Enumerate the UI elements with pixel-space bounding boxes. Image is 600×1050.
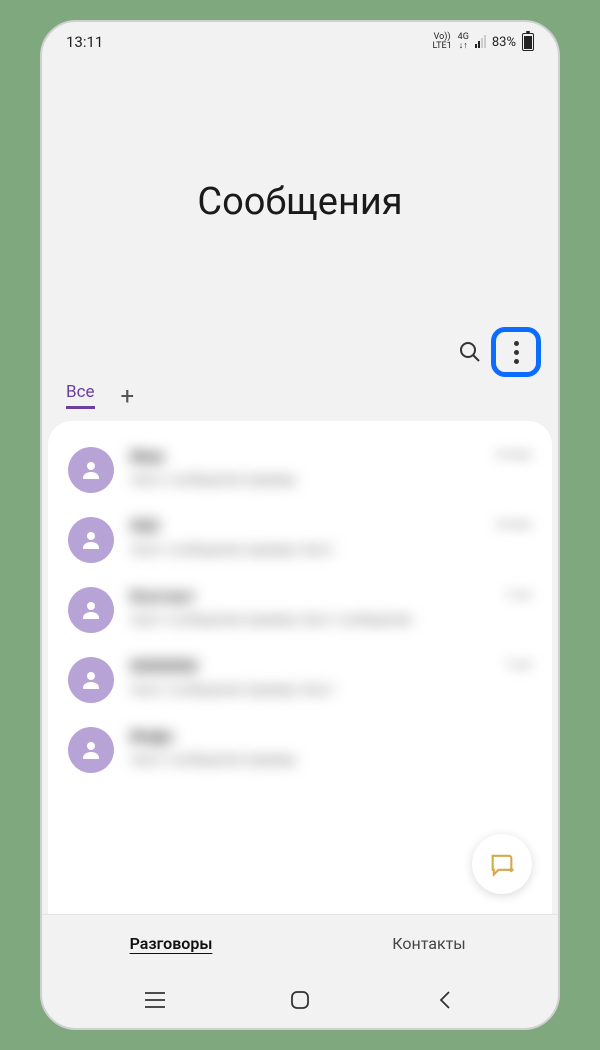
search-icon <box>458 340 482 364</box>
back-button[interactable] <box>415 980 475 1020</box>
person-icon <box>79 528 103 552</box>
conversation-time: вчера <box>496 517 532 532</box>
tab-conversations[interactable]: Разговоры <box>42 934 300 953</box>
home-icon <box>290 990 310 1010</box>
list-item[interactable]: 0000000 текст сообщения пример текст 3 д… <box>56 645 544 715</box>
conversation-text: 900 текст сообщения пример текст <box>130 517 480 559</box>
recents-button[interactable] <box>125 980 185 1020</box>
list-item[interactable]: Контакт текст сообщения пример текст соо… <box>56 575 544 645</box>
status-right: Vo)) LTE1 4G ↓↑ 83% <box>432 33 534 51</box>
person-icon <box>79 598 103 622</box>
home-button[interactable] <box>270 980 330 1020</box>
more-options-button[interactable] <box>494 330 538 374</box>
avatar <box>68 587 114 633</box>
conversation-list[interactable]: Имя текст сообщения пример вчера 900 тек… <box>48 421 552 914</box>
status-bar: 13:11 Vo)) LTE1 4G ↓↑ 83% <box>42 22 558 62</box>
avatar <box>68 517 114 563</box>
person-icon <box>79 738 103 762</box>
tutorial-highlight-ring <box>491 327 541 377</box>
signal-icon <box>475 36 486 48</box>
conversation-time: 3 дн <box>506 657 532 672</box>
network-indicator: 4G ↓↑ <box>458 33 469 51</box>
conversation-text: 0000000 текст сообщения пример текст <box>130 657 490 699</box>
system-nav-bar <box>42 972 558 1028</box>
conversation-time: 2 дн <box>506 587 532 602</box>
avatar <box>68 727 114 773</box>
conversation-text: Имя текст сообщения пример <box>130 447 480 489</box>
compose-icon <box>488 850 516 878</box>
avatar <box>68 447 114 493</box>
tab-add-category[interactable]: + <box>121 384 135 408</box>
list-item[interactable]: Имя текст сообщения пример вчера <box>56 435 544 505</box>
category-tabs: Все + <box>42 382 558 421</box>
recents-icon <box>144 991 166 1009</box>
conversation-text: Контакт текст сообщения пример текст соо… <box>130 587 490 629</box>
page-title: Сообщения <box>197 180 402 224</box>
list-item[interactable]: Инфо текст сообщения пример <box>56 715 544 785</box>
person-icon <box>79 458 103 482</box>
header-area: Сообщения <box>42 62 558 382</box>
battery-icon <box>522 33 534 51</box>
conversation-text: Инфо текст сообщения пример <box>130 727 516 769</box>
tab-all[interactable]: Все <box>66 382 95 409</box>
bottom-tabs: Разговоры Контакты <box>42 914 558 972</box>
back-icon <box>437 990 453 1010</box>
compose-button[interactable] <box>472 834 532 894</box>
status-time: 13:11 <box>66 33 103 51</box>
battery-percent: 83% <box>492 35 516 50</box>
avatar <box>68 657 114 703</box>
toolbar <box>450 330 538 374</box>
conversation-time: вчера <box>496 447 532 462</box>
search-button[interactable] <box>450 332 490 372</box>
tab-contacts[interactable]: Контакты <box>300 934 558 953</box>
volte-indicator: Vo)) LTE1 <box>432 33 451 51</box>
phone-frame: 13:11 Vo)) LTE1 4G ↓↑ 83% Сообщения <box>40 20 560 1030</box>
list-item[interactable]: 900 текст сообщения пример текст вчера <box>56 505 544 575</box>
person-icon <box>79 668 103 692</box>
